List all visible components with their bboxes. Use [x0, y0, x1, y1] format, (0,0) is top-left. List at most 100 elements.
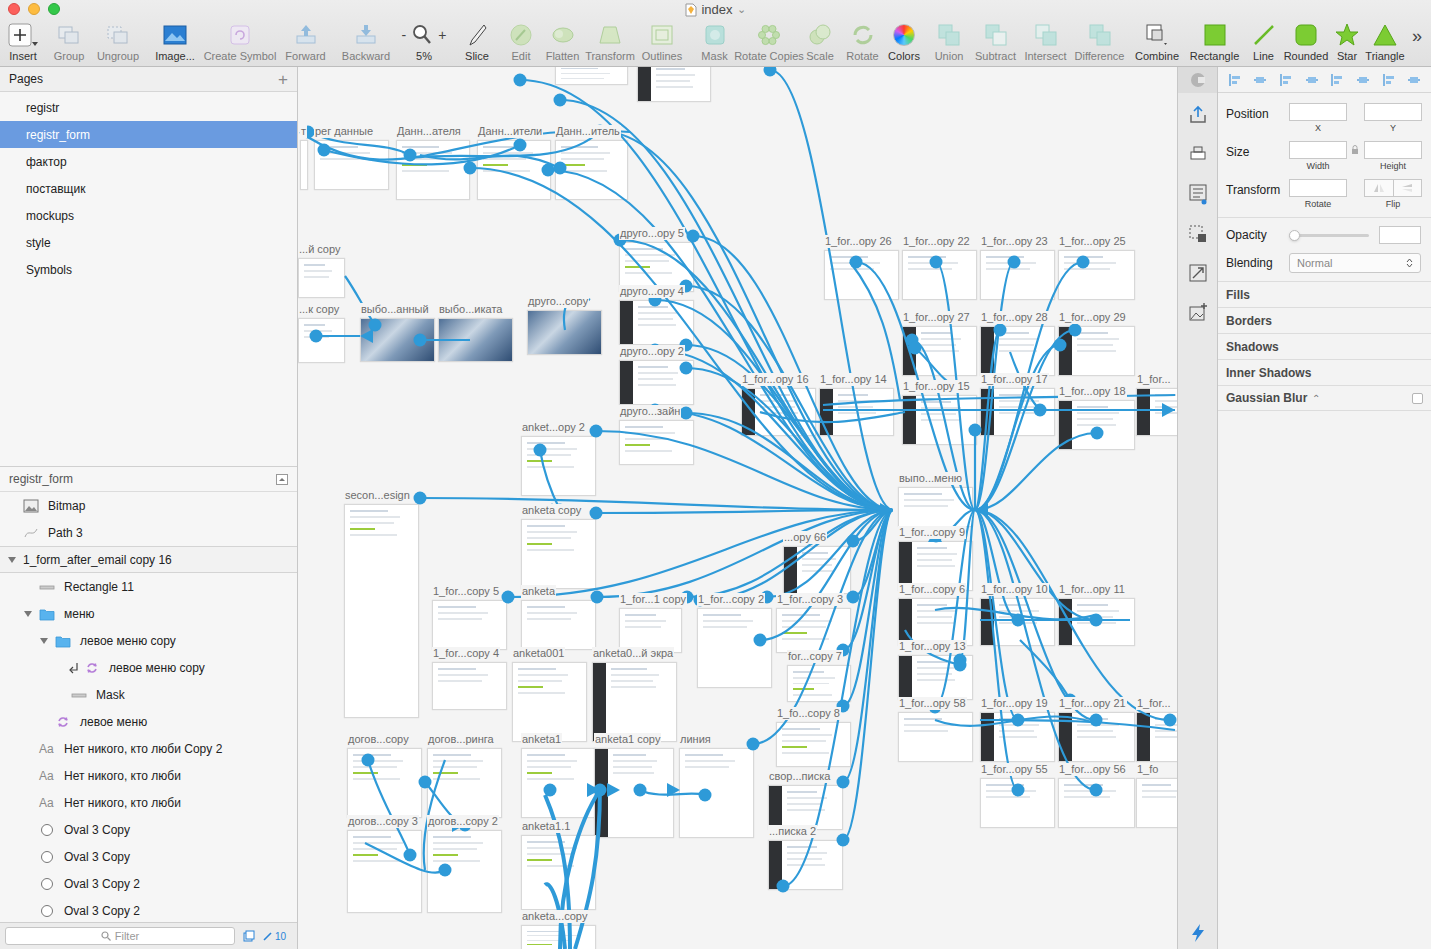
- artboard[interactable]: [1058, 250, 1135, 300]
- artboard-label[interactable]: 1_for...opy 14: [819, 373, 888, 386]
- layer-row[interactable]: Path 3: [0, 519, 297, 546]
- canvas[interactable]: рег данныеДанн...ателяДанн...ителиДанн..…: [298, 67, 1177, 949]
- toolbar-button[interactable]: Backward: [337, 21, 395, 63]
- toolbar-button[interactable]: Scale: [797, 21, 843, 63]
- artboard[interactable]: [1136, 778, 1177, 828]
- align-icon[interactable]: [1279, 73, 1293, 87]
- artboard[interactable]: [298, 258, 345, 298]
- artboard[interactable]: [521, 835, 596, 910]
- toolbar-more[interactable]: »: [1403, 21, 1431, 49]
- artboard-label[interactable]: 1_for...opy 55: [980, 763, 1049, 776]
- select-icon[interactable]: [1188, 224, 1208, 244]
- align-icon[interactable]: [1228, 73, 1242, 87]
- toolbar-button[interactable]: Rectangle: [1187, 21, 1242, 63]
- artboard[interactable]: [347, 830, 422, 913]
- artboard[interactable]: [768, 785, 843, 830]
- layer-row[interactable]: левое меню copy: [0, 627, 297, 654]
- page-item[interactable]: style: [0, 229, 297, 256]
- artboard-label[interactable]: 1_for...opy 58: [898, 697, 967, 710]
- artboard-label[interactable]: 1_for...: [1136, 373, 1172, 386]
- artboard[interactable]: [298, 318, 345, 363]
- artboard[interactable]: [521, 519, 596, 589]
- inspector-section[interactable]: Inner Shadows: [1218, 359, 1431, 385]
- toolbar-button[interactable]: Rotate Copies: [741, 21, 797, 63]
- page-item[interactable]: mockups: [0, 202, 297, 229]
- toolbar-button[interactable]: Transform: [584, 21, 636, 63]
- toolbar-button[interactable]: Flatten: [541, 21, 584, 63]
- artboard-label[interactable]: 1_for...: [1136, 697, 1172, 710]
- toolbar-button[interactable]: Star: [1327, 21, 1367, 63]
- artboard-label[interactable]: ...писка 2: [768, 825, 817, 838]
- artboard-label[interactable]: anketa: [521, 585, 556, 598]
- artboard[interactable]: [432, 662, 507, 710]
- disclosure-expanded-icon[interactable]: [23, 609, 33, 619]
- layer-row[interactable]: AaНет никого, кто люби Copy 2: [0, 735, 297, 762]
- toolbar-button[interactable]: Union: [926, 21, 972, 63]
- artboard-label[interactable]: 1_for...copy 4: [432, 647, 500, 660]
- artboard[interactable]: [347, 748, 422, 818]
- layer-row[interactable]: Oval 3 Copy 2: [0, 870, 297, 897]
- artboard-label[interactable]: anketa...copy: [521, 910, 588, 923]
- artboard-label[interactable]: 1_for...copy 6: [898, 583, 966, 596]
- artboard-label[interactable]: anket...opy 2: [521, 421, 586, 434]
- artboard-label[interactable]: anketa001: [512, 647, 565, 660]
- inspector-section[interactable]: Borders: [1218, 307, 1431, 333]
- align-icon[interactable]: [1305, 73, 1319, 87]
- artboard-label[interactable]: догов...ринга: [427, 733, 495, 746]
- inspector-field[interactable]: X: [1289, 103, 1347, 135]
- artboard-label[interactable]: друго...opy 4: [619, 285, 685, 298]
- inspector-section[interactable]: Shadows: [1218, 333, 1431, 359]
- toolbar-button[interactable]: Create Symbol: [206, 21, 274, 63]
- filter-field[interactable]: Filter: [5, 927, 235, 945]
- collapse-icon[interactable]: [276, 474, 288, 485]
- toolbar-button[interactable]: Rounded: [1285, 21, 1327, 63]
- artboard-label[interactable]: друго...opy 5: [619, 227, 685, 240]
- artboard-label[interactable]: 1_for...opy 15: [902, 380, 971, 393]
- disclosure-expanded-icon[interactable]: [39, 636, 49, 646]
- layer-row[interactable]: AaНет никого, кто люби: [0, 789, 297, 816]
- artboard-label[interactable]: anketa1 copy: [594, 733, 661, 746]
- toolbar-button[interactable]: Combine: [1127, 21, 1187, 63]
- minimize-button[interactable]: [28, 3, 40, 15]
- artboard[interactable]: [432, 600, 507, 650]
- artboard-label[interactable]: 1_for...1 copy: [619, 593, 687, 606]
- printer-icon[interactable]: [1188, 144, 1208, 164]
- page-item[interactable]: фактор: [0, 148, 297, 175]
- artboard[interactable]: [619, 300, 694, 345]
- artboard-label[interactable]: ...opy 66: [783, 531, 827, 544]
- close-button[interactable]: [8, 3, 20, 15]
- toolbar-button[interactable]: Difference: [1072, 21, 1127, 63]
- artboard-label[interactable]: Данн...итель: [555, 125, 621, 138]
- artboard-label[interactable]: 1_for...opy 29: [1058, 311, 1127, 324]
- artboard-label[interactable]: догов...copy 3: [347, 815, 419, 828]
- artboard-label[interactable]: т: [300, 125, 307, 138]
- artboard-label[interactable]: 1_fo...copy 8: [776, 707, 841, 720]
- toolbar-button[interactable]: Intersect: [1019, 21, 1072, 63]
- page-item[interactable]: Symbols: [0, 256, 297, 283]
- artboard-label[interactable]: 1_for...opy 11: [1058, 583, 1126, 596]
- artboard-label[interactable]: ...й copy: [298, 243, 342, 256]
- toolbar-button[interactable]: Group: [46, 21, 92, 63]
- align-icon[interactable]: [1330, 73, 1344, 87]
- flip-buttons[interactable]: Flip: [1364, 179, 1422, 211]
- opacity-field[interactable]: [1379, 226, 1421, 244]
- artboard-label[interactable]: Данн...ители: [477, 125, 543, 138]
- artboard-label[interactable]: друго...copy: [527, 295, 589, 308]
- artboard-label[interactable]: 1_for...copy 2: [697, 593, 765, 606]
- artboard[interactable]: [898, 487, 973, 527]
- artboard[interactable]: [776, 722, 851, 767]
- blur-checkbox[interactable]: [1412, 393, 1423, 404]
- layer-list-icon[interactable]: [1188, 183, 1208, 205]
- artboard[interactable]: [300, 140, 308, 190]
- layer-row[interactable]: меню: [0, 600, 297, 627]
- toolbar-button[interactable]: -+5%: [395, 21, 453, 63]
- artboard-label[interactable]: anketa0...й экра: [592, 647, 674, 660]
- layer-row[interactable]: левое меню: [0, 708, 297, 735]
- blending-select[interactable]: Normal: [1289, 253, 1421, 273]
- add-image-icon[interactable]: [1188, 302, 1208, 322]
- page-item[interactable]: поставщик: [0, 175, 297, 202]
- style-icon[interactable]: [1190, 72, 1206, 88]
- artboard-label[interactable]: выбо...иката: [438, 303, 503, 316]
- inspector-field[interactable]: Height: [1364, 141, 1422, 173]
- toolbar-button[interactable]: Ungroup: [92, 21, 144, 63]
